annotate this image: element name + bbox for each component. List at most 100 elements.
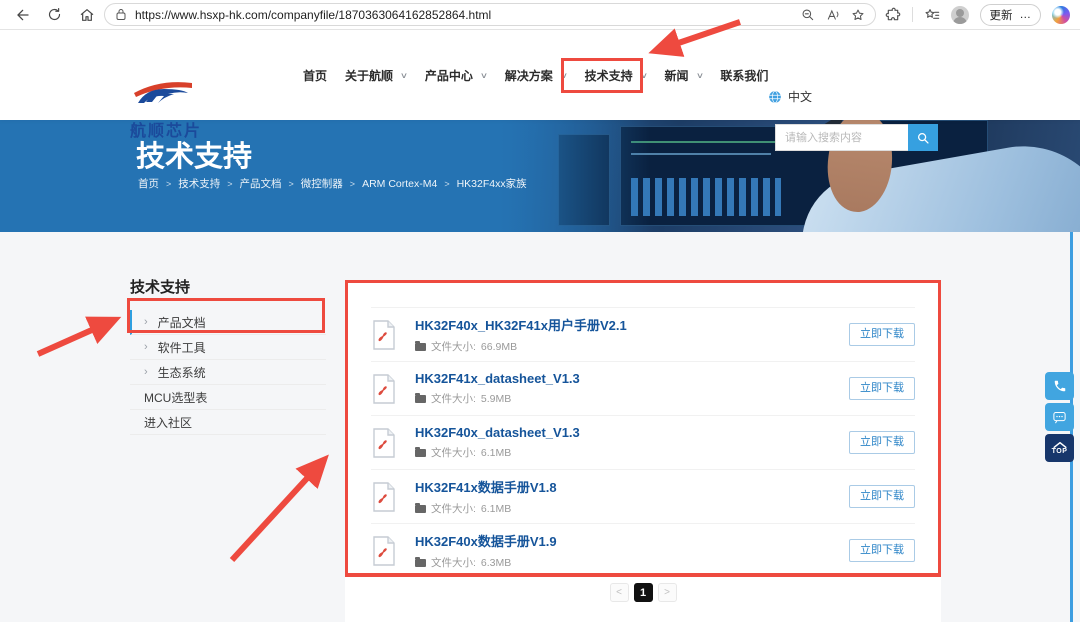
nav-about[interactable]: 关于航顺 ∨ [345,67,409,84]
file-list: HK32F40x_HK32F41x用户手册V2.1 文件大小: 66.9MB 立… [345,280,941,622]
file-title-link[interactable]: HK32F40x_HK32F41x用户手册V2.1 [415,315,849,334]
more-menu-icon[interactable]: … [1020,9,1032,21]
download-button[interactable]: 立即下载 [849,431,915,454]
home-icon[interactable] [79,7,95,23]
folder-icon [415,556,426,567]
top-label: TOP [1051,448,1068,455]
site-info-lock-icon[interactable] [115,8,127,21]
back-to-top-button[interactable]: TOP [1045,434,1074,462]
globe-icon [769,90,781,103]
extensions-icon[interactable] [885,7,901,23]
search-button[interactable] [908,124,938,151]
file-meta: 文件大小: 5.9MB [415,391,849,406]
breadcrumb-cortex[interactable]: ARM Cortex-M4 [362,178,437,190]
file-size-label: 文件大小: [431,341,476,353]
breadcrumb-family[interactable]: HK32F4xx家族 [457,176,527,191]
sidebar: 技术支持 › 产品文档 › 软件工具 › 生态系统 MCU选型表 进入社区 [130,276,326,435]
breadcrumb-separator: > [288,178,294,189]
nav-contact[interactable]: 联系我们 [720,67,768,84]
sidebar-item-software-tools[interactable]: › 软件工具 [130,335,326,360]
phone-button[interactable] [1045,372,1074,400]
file-row: HK32F40x_HK32F41x用户手册V2.1 文件大小: 66.9MB 立… [371,307,915,361]
search-input[interactable] [775,124,908,151]
favorite-star-icon[interactable] [851,8,865,22]
pdf-icon [373,535,395,566]
chevron-down-icon: ∨ [399,70,409,80]
breadcrumb: 首页 > 技术支持 > 产品文档 > 微控制器 > ARM Cortex-M4 … [138,176,527,191]
floating-toolbar: TOP [1045,372,1074,462]
breadcrumb-separator: > [227,178,233,189]
chevron-right-icon: › [144,366,148,378]
read-aloud-icon[interactable] [826,8,840,22]
copilot-icon[interactable] [1052,5,1070,24]
pdf-icon [373,427,395,458]
nav-news[interactable]: 新闻 ∨ [665,67,704,84]
file-row: HK32F40x数据手册V1.9 文件大小: 6.3MB 立即下载 [371,523,915,577]
sidebar-item-label: 软件工具 [157,340,206,355]
sidebar-item-mcu-selector[interactable]: MCU选型表 [130,385,326,410]
nav-solutions[interactable]: 解决方案 ∨ [505,67,568,84]
chevron-right-icon: › [144,316,148,328]
nav-support[interactable]: 技术支持 ∨ [585,67,648,84]
breadcrumb-support[interactable]: 技术支持 [178,176,220,191]
download-button[interactable]: 立即下载 [849,377,915,400]
nav-home[interactable]: 首页 [303,67,327,84]
download-button[interactable]: 立即下载 [849,485,915,508]
file-size-value: 5.9MB [480,392,512,405]
sidebar-item-product-docs[interactable]: › 产品文档 [130,310,326,335]
update-button[interactable]: 更新 … [979,3,1041,26]
sidebar-item-label: 产品文档 [157,315,206,330]
pagination-page-1[interactable]: 1 [633,583,653,602]
address-bar[interactable]: https://www.hsxp-hk.com/companyfile/1870… [104,3,876,26]
sidebar-title: 技术支持 [130,279,191,296]
sidebar-item-label: 生态系统 [157,365,206,380]
profile-avatar[interactable] [950,5,969,24]
sidebar-item-label: MCU选型表 [144,390,208,405]
download-button[interactable]: 立即下载 [849,323,915,346]
file-size-value: 6.1MB [480,502,512,515]
file-row: HK32F41x_datasheet_V1.3 文件大小: 5.9MB 立即下载 [371,361,915,415]
pagination-next[interactable]: > [657,583,677,602]
chevron-down-icon: ∨ [559,70,568,80]
file-size-value: 6.1MB [480,446,512,459]
logo-mark [134,82,192,103]
breadcrumb-mcu[interactable]: 微控制器 [301,176,343,191]
pdf-icon [373,481,395,512]
zoom-out-icon[interactable] [801,8,815,22]
chevron-down-icon: ∨ [479,70,488,80]
pagination-prev[interactable]: < [609,583,629,602]
folder-icon [415,340,426,351]
refresh-icon[interactable] [47,7,62,22]
chat-button[interactable] [1045,403,1074,431]
breadcrumb-separator: > [444,178,450,189]
site-logo[interactable]: 航顺芯片 [130,81,202,141]
search-bar [775,124,938,151]
nav-products[interactable]: 产品中心 ∨ [425,67,488,84]
language-switch[interactable]: 中文 [768,88,812,105]
file-meta: 文件大小: 6.1MB [415,501,849,516]
folder-icon [415,502,426,513]
sidebar-item-community[interactable]: 进入社区 [130,410,326,435]
main-nav: 首页 关于航顺 ∨ 产品中心 ∨ 解决方案 ∨ 技术支持 ∨ 新闻 ∨ 联系我们 [303,30,768,120]
phone-icon [1054,380,1065,392]
chevron-down-icon: ∨ [639,70,648,80]
file-title-link[interactable]: HK32F41x数据手册V1.8 [415,477,849,496]
file-title-link[interactable]: HK32F40x数据手册V1.9 [415,531,849,550]
back-icon[interactable] [14,7,30,23]
file-title-link[interactable]: HK32F40x_datasheet_V1.3 [415,425,849,440]
breadcrumb-separator: > [166,178,172,189]
breadcrumb-docs[interactable]: 产品文档 [240,176,282,191]
file-size-label: 文件大小: [431,393,476,405]
sidebar-item-label: 进入社区 [144,415,193,430]
download-button[interactable]: 立即下载 [849,539,915,562]
file-title-link[interactable]: HK32F41x_datasheet_V1.3 [415,371,849,386]
sidebar-item-ecosystem[interactable]: › 生态系统 [130,360,326,385]
file-meta: 文件大小: 66.9MB [415,339,849,354]
file-size-label: 文件大小: [431,503,476,515]
breadcrumb-separator: > [349,178,356,189]
breadcrumb-home[interactable]: 首页 [138,176,159,191]
file-meta: 文件大小: 6.1MB [415,445,849,460]
folder-icon [415,446,426,457]
favorites-hub-icon[interactable] [924,7,940,23]
file-size-value: 66.9MB [480,340,518,353]
